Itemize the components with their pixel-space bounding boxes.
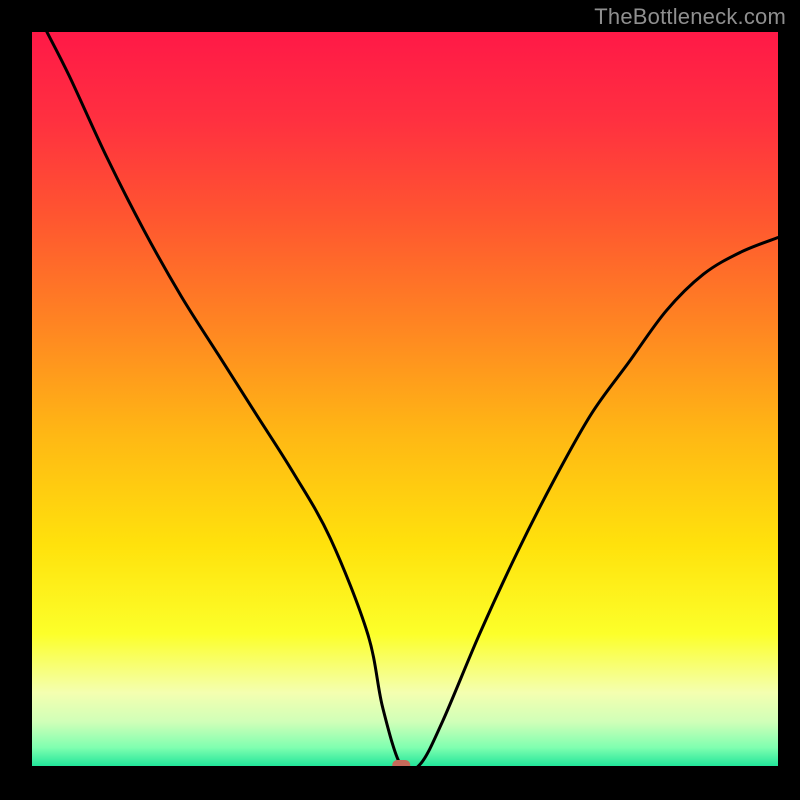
- chart-frame: TheBottleneck.com: [0, 0, 800, 800]
- plot-area: [32, 32, 778, 766]
- plot-svg: [32, 32, 778, 766]
- optimum-marker: [392, 760, 410, 766]
- watermark-text: TheBottleneck.com: [594, 4, 786, 30]
- gradient-background: [32, 32, 778, 766]
